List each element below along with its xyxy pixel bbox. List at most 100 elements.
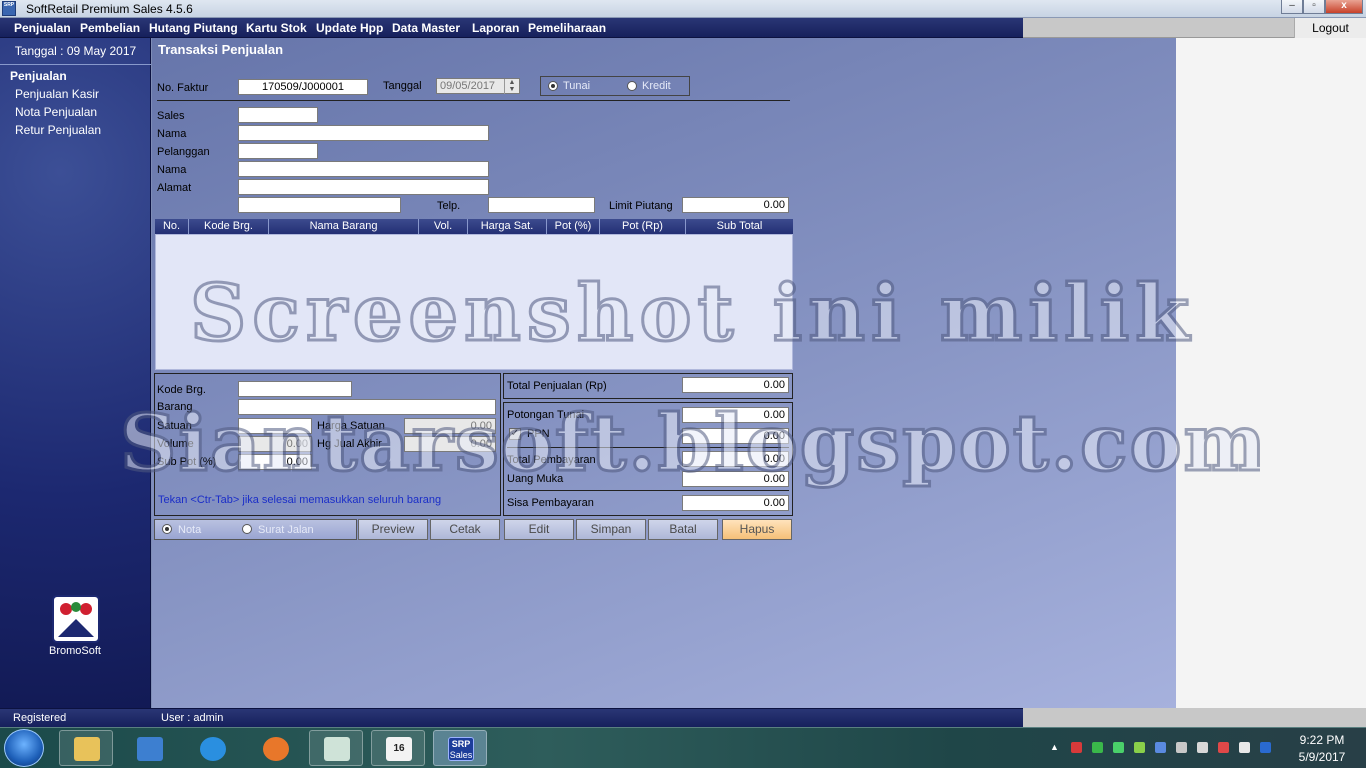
radio-kredit[interactable] [627,81,637,91]
volume-icon[interactable] [1239,742,1250,753]
date-spinner-icon[interactable]: ▲ ▼ [504,79,519,94]
clock-date[interactable]: 5/9/2017 [1292,750,1352,764]
hapus-button[interactable]: Hapus [722,519,792,540]
alamat-label: Alamat [157,182,192,194]
tray-icon-2[interactable] [1092,742,1103,753]
items-grid-header: No. Kode Brg. Nama Barang Vol. Harga Sat… [155,219,793,234]
sisa-pembayaran-input[interactable] [682,495,789,511]
close-button[interactable]: x [1325,0,1363,14]
folder-icon [74,737,100,761]
logout-button[interactable]: Logout [1294,18,1366,38]
minimize-button[interactable]: – [1281,0,1303,14]
no-faktur-input[interactable] [238,79,368,95]
firefox-icon [263,737,289,761]
menu-kartu-stok[interactable]: Kartu Stok [246,21,307,35]
ppn-input[interactable] [682,428,789,444]
taskbar-calendar[interactable]: 16 [371,730,425,766]
maximize-button[interactable]: ▫ [1303,0,1325,14]
radio-surat-jalan[interactable] [242,524,252,534]
taskbar-srp-sales[interactable]: SRP Sales [433,730,487,766]
main-right-blank [1176,38,1366,708]
harga-satuan-label: Harga Satuan [317,420,385,432]
menu-update-hpp[interactable]: Update Hpp [316,21,383,35]
sidebar-item-penjualan-kasir[interactable]: Penjualan Kasir [15,87,99,101]
hg-jual-akhir-label: Hg Jual Akhir [317,438,382,450]
taskbar-media-player[interactable] [122,730,176,766]
preview-button[interactable]: Preview [358,519,428,540]
total-pembayaran-input[interactable] [682,451,789,467]
telp-input[interactable] [488,197,595,213]
taskbar-notepad[interactable] [309,730,363,766]
col-pot-rp[interactable]: Pot (Rp) [600,219,686,234]
kode-brg-input[interactable] [238,381,352,397]
sidebar-item-retur-penjualan[interactable]: Retur Penjualan [15,123,101,137]
cetak-button[interactable]: Cetak [430,519,500,540]
tray-icon-1[interactable] [1071,742,1082,753]
alamat-input[interactable] [238,179,489,195]
col-harga-sat[interactable]: Harga Sat. [468,219,547,234]
menu-pembelian[interactable]: Pembelian [80,21,140,35]
bluetooth-icon[interactable] [1155,742,1166,753]
kota-input[interactable] [238,197,401,213]
harga-satuan-input[interactable] [404,418,496,434]
taskbar-ie[interactable] [185,730,239,766]
col-nama-barang[interactable]: Nama Barang [269,219,419,234]
sub-pot-input[interactable] [238,454,312,470]
barang-input[interactable] [238,399,496,415]
clock-time[interactable]: 9:22 PM [1292,733,1352,747]
totals-divider-2 [507,490,789,491]
menu-penjualan[interactable]: Penjualan [14,21,71,35]
total-penjualan-input[interactable] [682,377,789,393]
radio-nota[interactable] [162,524,172,534]
col-vol[interactable]: Vol. [419,219,468,234]
sidebar-section-title: Penjualan [10,69,67,83]
pelanggan-nama-input[interactable] [238,161,489,177]
hg-jual-akhir-input[interactable] [404,436,496,452]
tray-icon-6[interactable] [1176,742,1187,753]
col-kode-brg[interactable]: Kode Brg. [189,219,269,234]
uang-muka-input[interactable] [682,471,789,487]
sales-input[interactable] [238,107,318,123]
sales-nama-input[interactable] [238,125,489,141]
tray-icon-7[interactable] [1197,742,1208,753]
ppn-checkbox[interactable]: ✓ [509,428,521,440]
status-bar: Registered User : admin [0,708,1023,727]
sidebar-item-nota-penjualan[interactable]: Nota Penjualan [15,105,97,119]
col-sub-total[interactable]: Sub Total [686,219,793,234]
kode-brg-label: Kode Brg. [157,384,206,396]
col-no[interactable]: No. [155,219,189,234]
edit-button[interactable]: Edit [504,519,574,540]
menu-pemeliharaan[interactable]: Pemeliharaan [528,21,606,35]
potongan-tunai-input[interactable] [682,407,789,423]
simpan-button[interactable]: Simpan [576,519,646,540]
sub-pot-label: Sub Pot (%) [157,456,217,468]
start-button[interactable] [4,729,44,767]
tray-icon-8[interactable] [1218,742,1229,753]
menu-data-master[interactable]: Data Master [392,21,460,35]
volume-input[interactable] [238,436,312,452]
items-grid-body[interactable] [155,234,793,370]
limit-piutang-input[interactable] [682,197,789,213]
batal-button[interactable]: Batal [648,519,718,540]
menu-laporan[interactable]: Laporan [472,21,519,35]
registered-status: Registered [13,712,67,724]
tray-icon-4[interactable] [1134,742,1145,753]
col-pot-pct[interactable]: Pot (%) [547,219,600,234]
ie-icon [200,737,226,761]
radio-tunai[interactable] [548,81,558,91]
tray-icon-10[interactable] [1260,742,1271,753]
taskbar-explorer[interactable] [59,730,113,766]
tray-icon-3[interactable] [1113,742,1124,753]
radio-kredit-label: Kredit [642,80,671,92]
taskbar-firefox[interactable] [248,730,302,766]
no-faktur-label: No. Faktur [157,82,209,94]
bromosoft-logo [52,595,100,643]
pelanggan-input[interactable] [238,143,318,159]
tray-expand-icon[interactable]: ▲ [1050,742,1059,752]
sidebar-date: Tanggal : 09 May 2017 [14,44,137,58]
radio-nota-label: Nota [178,524,202,536]
satuan-input[interactable] [238,418,312,434]
menu-hutang-piutang[interactable]: Hutang Piutang [149,21,238,35]
window-title: SoftRetail Premium Sales 4.5.6 [26,2,193,16]
menu-bar-right: Logout [1023,18,1366,38]
